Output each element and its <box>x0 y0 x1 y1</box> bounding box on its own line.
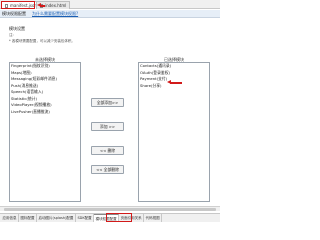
tab-app-info[interactable]: 应用信息 <box>1 214 19 222</box>
horizontal-scrollbar[interactable] <box>0 206 220 211</box>
tab-splash-config[interactable]: 启动图片(splash)配置 <box>37 214 76 222</box>
highlight-arrow-icon <box>37 3 45 7</box>
highlight-box <box>1 1 35 9</box>
highlight-box <box>106 213 132 222</box>
add-button[interactable]: 添加 >> <box>91 122 124 131</box>
section-title: 模块设置 <box>9 26 25 31</box>
help-link[interactable]: 为什么需要配置模块权限? <box>32 11 78 17</box>
remove-all-button[interactable]: << 全部删除 <box>91 165 124 174</box>
highlight-arrow-icon <box>167 80 182 84</box>
panel-title: 模块权限配置 <box>2 10 26 16</box>
remove-button[interactable]: << 删除 <box>91 146 124 155</box>
tab-label: index.html <box>45 3 67 8</box>
tab-sdk-config[interactable]: SDK配置 <box>76 214 95 222</box>
note-label: 注: <box>9 33 14 37</box>
panel-header: 模块权限配置 为什么需要配置模块权限? <box>0 10 220 18</box>
scroll-thumb[interactable] <box>4 208 216 211</box>
tab-icon-config[interactable]: 图标配置 <box>19 214 37 222</box>
list-item[interactable]: LivePusher(直播推流) <box>10 109 80 116</box>
note-text: * 各模块需要配置，可以减少安装包体积。 <box>9 39 75 43</box>
add-all-button[interactable]: 全部添加>> <box>91 98 124 107</box>
unselected-modules-list[interactable]: Fingerprint(指纹识别) Maps(地图) Messaging(短彩邮… <box>9 62 81 202</box>
tab-code-view[interactable]: 代码视图 <box>144 214 163 222</box>
